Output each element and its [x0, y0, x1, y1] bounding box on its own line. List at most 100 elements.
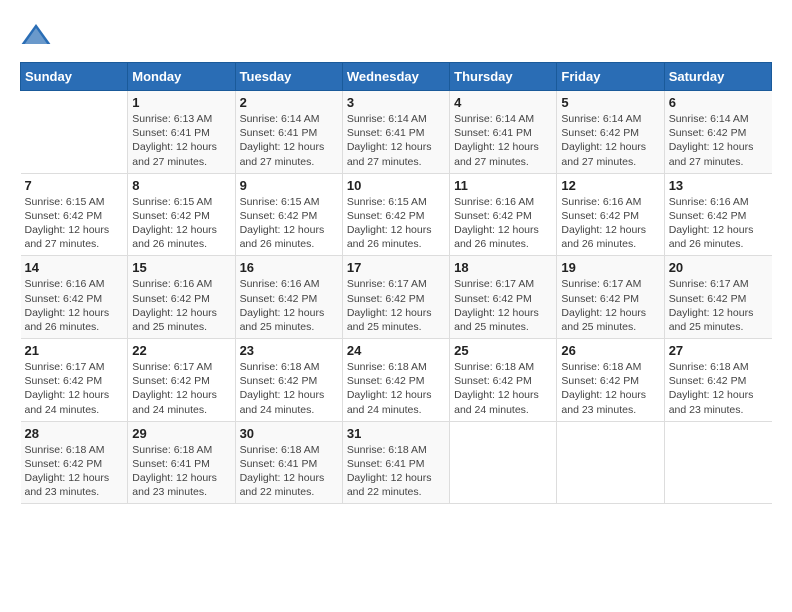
day-cell: 5 Sunrise: 6:14 AMSunset: 6:42 PMDaylight… [557, 91, 664, 174]
day-cell: 24 Sunrise: 6:18 AMSunset: 6:42 PMDayligh… [342, 339, 449, 422]
day-cell: 12 Sunrise: 6:16 AMSunset: 6:42 PMDayligh… [557, 173, 664, 256]
day-number: 15 [132, 260, 230, 275]
day-info: Sunrise: 6:16 AMSunset: 6:42 PMDaylight:… [132, 277, 230, 334]
day-cell: 2Sunrise: 6:14 AMSunset: 6:41 PMDaylight… [235, 91, 342, 174]
day-cell: 11 Sunrise: 6:16 AMSunset: 6:42 PMDayligh… [450, 173, 557, 256]
day-number: 22 [132, 343, 230, 358]
day-number: 12 [561, 178, 659, 193]
day-info: Sunrise: 6:14 AMSunset: 6:41 PMDaylight:… [347, 112, 445, 169]
header-thursday: Thursday [450, 63, 557, 91]
day-cell [450, 421, 557, 504]
day-cell [21, 91, 128, 174]
day-cell: 8Sunrise: 6:15 AMSunset: 6:42 PMDaylight… [128, 173, 235, 256]
day-number: 11 [454, 178, 552, 193]
day-number: 3 [347, 95, 445, 110]
day-info: Sunrise: 6:18 AMSunset: 6:41 PMDaylight:… [347, 443, 445, 500]
day-cell: 1Sunrise: 6:13 AMSunset: 6:41 PMDaylight… [128, 91, 235, 174]
day-number: 28 [25, 426, 124, 441]
day-info: Sunrise: 6:18 AMSunset: 6:42 PMDaylight:… [454, 360, 552, 417]
logo [20, 20, 56, 52]
day-info: Sunrise: 6:16 AMSunset: 6:42 PMDaylight:… [25, 277, 124, 334]
day-cell: 7 Sunrise: 6:15 AMSunset: 6:42 PMDaylight… [21, 173, 128, 256]
week-row-3: 14 Sunrise: 6:16 AMSunset: 6:42 PMDayligh… [21, 256, 772, 339]
week-row-4: 21 Sunrise: 6:17 AMSunset: 6:42 PMDayligh… [21, 339, 772, 422]
day-number: 21 [25, 343, 124, 358]
day-info: Sunrise: 6:13 AMSunset: 6:41 PMDaylight:… [132, 112, 230, 169]
day-info: Sunrise: 6:17 AMSunset: 6:42 PMDaylight:… [669, 277, 768, 334]
day-info: Sunrise: 6:14 AMSunset: 6:41 PMDaylight:… [240, 112, 338, 169]
day-info: Sunrise: 6:18 AMSunset: 6:42 PMDaylight:… [347, 360, 445, 417]
day-info: Sunrise: 6:15 AMSunset: 6:42 PMDaylight:… [347, 195, 445, 252]
day-info: Sunrise: 6:17 AMSunset: 6:42 PMDaylight:… [347, 277, 445, 334]
day-info: Sunrise: 6:17 AMSunset: 6:42 PMDaylight:… [561, 277, 659, 334]
day-number: 14 [25, 260, 124, 275]
day-info: Sunrise: 6:16 AMSunset: 6:42 PMDaylight:… [669, 195, 768, 252]
day-number: 25 [454, 343, 552, 358]
day-info: Sunrise: 6:14 AMSunset: 6:42 PMDaylight:… [669, 112, 768, 169]
day-info: Sunrise: 6:18 AMSunset: 6:42 PMDaylight:… [669, 360, 768, 417]
day-number: 10 [347, 178, 445, 193]
day-info: Sunrise: 6:18 AMSunset: 6:41 PMDaylight:… [132, 443, 230, 500]
day-info: Sunrise: 6:17 AMSunset: 6:42 PMDaylight:… [25, 360, 124, 417]
day-info: Sunrise: 6:14 AMSunset: 6:41 PMDaylight:… [454, 112, 552, 169]
day-info: Sunrise: 6:16 AMSunset: 6:42 PMDaylight:… [240, 277, 338, 334]
day-cell: 13 Sunrise: 6:16 AMSunset: 6:42 PMDayligh… [664, 173, 771, 256]
header-row: SundayMondayTuesdayWednesdayThursdayFrid… [21, 63, 772, 91]
day-info: Sunrise: 6:18 AMSunset: 6:42 PMDaylight:… [240, 360, 338, 417]
day-number: 26 [561, 343, 659, 358]
day-info: Sunrise: 6:14 AMSunset: 6:42 PMDaylight:… [561, 112, 659, 169]
day-number: 24 [347, 343, 445, 358]
day-number: 16 [240, 260, 338, 275]
header-friday: Friday [557, 63, 664, 91]
day-cell: 29 Sunrise: 6:18 AMSunset: 6:41 PMDayligh… [128, 421, 235, 504]
day-cell: 30 Sunrise: 6:18 AMSunset: 6:41 PMDayligh… [235, 421, 342, 504]
day-cell: 4 Sunrise: 6:14 AMSunset: 6:41 PMDaylight… [450, 91, 557, 174]
week-row-1: 1Sunrise: 6:13 AMSunset: 6:41 PMDaylight… [21, 91, 772, 174]
day-cell: 22 Sunrise: 6:17 AMSunset: 6:42 PMDayligh… [128, 339, 235, 422]
day-info: Sunrise: 6:15 AMSunset: 6:42 PMDaylight:… [25, 195, 124, 252]
day-cell: 9 Sunrise: 6:15 AMSunset: 6:42 PMDaylight… [235, 173, 342, 256]
day-cell: 10 Sunrise: 6:15 AMSunset: 6:42 PMDayligh… [342, 173, 449, 256]
day-cell: 28 Sunrise: 6:18 AMSunset: 6:42 PMDayligh… [21, 421, 128, 504]
day-number: 29 [132, 426, 230, 441]
day-number: 4 [454, 95, 552, 110]
day-cell: 21 Sunrise: 6:17 AMSunset: 6:42 PMDayligh… [21, 339, 128, 422]
day-cell: 18Sunrise: 6:17 AMSunset: 6:42 PMDayligh… [450, 256, 557, 339]
header-monday: Monday [128, 63, 235, 91]
day-number: 13 [669, 178, 768, 193]
day-info: Sunrise: 6:16 AMSunset: 6:42 PMDaylight:… [454, 195, 552, 252]
header-wednesday: Wednesday [342, 63, 449, 91]
day-number: 30 [240, 426, 338, 441]
day-number: 5 [561, 95, 659, 110]
day-cell: 25 Sunrise: 6:18 AMSunset: 6:42 PMDayligh… [450, 339, 557, 422]
day-info: Sunrise: 6:18 AMSunset: 6:42 PMDaylight:… [25, 443, 124, 500]
day-cell: 15 Sunrise: 6:16 AMSunset: 6:42 PMDayligh… [128, 256, 235, 339]
day-cell: 27 Sunrise: 6:18 AMSunset: 6:42 PMDayligh… [664, 339, 771, 422]
day-cell: 16 Sunrise: 6:16 AMSunset: 6:42 PMDayligh… [235, 256, 342, 339]
day-cell: 6 Sunrise: 6:14 AMSunset: 6:42 PMDaylight… [664, 91, 771, 174]
day-cell: 14 Sunrise: 6:16 AMSunset: 6:42 PMDayligh… [21, 256, 128, 339]
day-number: 27 [669, 343, 768, 358]
calendar-table: SundayMondayTuesdayWednesdayThursdayFrid… [20, 62, 772, 504]
day-cell: 31Sunrise: 6:18 AMSunset: 6:41 PMDayligh… [342, 421, 449, 504]
day-info: Sunrise: 6:15 AMSunset: 6:42 PMDaylight:… [240, 195, 338, 252]
day-number: 7 [25, 178, 124, 193]
day-number: 9 [240, 178, 338, 193]
calendar-body: 1Sunrise: 6:13 AMSunset: 6:41 PMDaylight… [21, 91, 772, 504]
day-info: Sunrise: 6:17 AMSunset: 6:42 PMDaylight:… [454, 277, 552, 334]
day-number: 6 [669, 95, 768, 110]
day-info: Sunrise: 6:15 AMSunset: 6:42 PMDaylight:… [132, 195, 230, 252]
logo-icon [20, 20, 52, 52]
day-number: 20 [669, 260, 768, 275]
week-row-2: 7 Sunrise: 6:15 AMSunset: 6:42 PMDaylight… [21, 173, 772, 256]
day-info: Sunrise: 6:17 AMSunset: 6:42 PMDaylight:… [132, 360, 230, 417]
day-info: Sunrise: 6:18 AMSunset: 6:42 PMDaylight:… [561, 360, 659, 417]
day-info: Sunrise: 6:16 AMSunset: 6:42 PMDaylight:… [561, 195, 659, 252]
day-info: Sunrise: 6:18 AMSunset: 6:41 PMDaylight:… [240, 443, 338, 500]
day-number: 19 [561, 260, 659, 275]
day-cell: 3 Sunrise: 6:14 AMSunset: 6:41 PMDaylight… [342, 91, 449, 174]
day-cell [557, 421, 664, 504]
week-row-5: 28 Sunrise: 6:18 AMSunset: 6:42 PMDayligh… [21, 421, 772, 504]
day-cell: 20 Sunrise: 6:17 AMSunset: 6:42 PMDayligh… [664, 256, 771, 339]
header-sunday: Sunday [21, 63, 128, 91]
